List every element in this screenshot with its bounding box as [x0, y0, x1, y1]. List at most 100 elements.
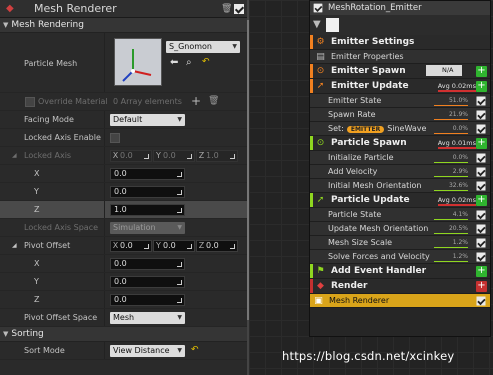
- facing-mode-dropdown[interactable]: Default: [110, 114, 185, 126]
- locked-axis-space-row: Locked Axis Space Simulation: [0, 219, 249, 237]
- module-enabled-checkbox[interactable]: [476, 167, 486, 177]
- settings-gear-icon: ⚙: [316, 37, 325, 47]
- add-renderer-button[interactable]: +: [476, 281, 487, 292]
- z-label: Z: [34, 295, 40, 304]
- pivot-offset-z-field[interactable]: Z 0.0: [196, 240, 238, 252]
- array-elements-count: 0 Array elements: [113, 97, 182, 106]
- pin-icon[interactable]: ▼: [313, 19, 321, 30]
- z-label: Z: [34, 205, 40, 214]
- column-divider: [104, 201, 105, 218]
- module-row[interactable]: Solve Forces and Velocity 1.2%: [310, 250, 490, 264]
- pivot-x-input[interactable]: 0.0: [110, 258, 185, 270]
- reset-icon[interactable]: ↶: [191, 345, 199, 355]
- pivot-y-input[interactable]: 0.0: [110, 276, 185, 288]
- module-enabled-checkbox[interactable]: [476, 110, 486, 120]
- module-enabled-checkbox[interactable]: [476, 124, 486, 134]
- module-enabled-checkbox[interactable]: [476, 296, 486, 306]
- column-divider: [104, 183, 105, 200]
- column-divider: [104, 33, 105, 92]
- module-enabled-checkbox[interactable]: [476, 252, 486, 262]
- particle-update-row[interactable]: ➚ Particle Update Avg 0.02ms +: [310, 193, 490, 208]
- emitter-thumbnail[interactable]: [326, 18, 339, 32]
- clear-trash-icon[interactable]: 🗑: [208, 96, 219, 106]
- locked-axis-z-input[interactable]: 1.0: [110, 204, 185, 216]
- locked-axis-y-field[interactable]: Y 0.0: [153, 150, 195, 162]
- add-event-handler-row[interactable]: ⚑ Add Event Handler +: [310, 264, 490, 279]
- module-enabled-checkbox[interactable]: [476, 238, 486, 248]
- module-enabled-checkbox[interactable]: [476, 153, 486, 163]
- column-divider: [104, 237, 105, 254]
- collapse-arrow-icon[interactable]: ◆: [6, 3, 16, 14]
- emitter-spawn-row[interactable]: ⊙ Emitter Spawn N/A +: [310, 64, 490, 79]
- emitter-node[interactable]: MeshRotation_Emitter ▼ ⚙ Emitter Setting…: [309, 0, 491, 337]
- locked-axis-enable-checkbox[interactable]: [110, 133, 120, 143]
- locked-axis-space-dropdown[interactable]: Simulation: [110, 222, 185, 234]
- pivot-offset-space-dropdown[interactable]: Mesh: [110, 312, 185, 324]
- browse-icon[interactable]: ⌕: [186, 57, 192, 68]
- module-percent: 1.2%: [434, 239, 468, 248]
- add-module-button[interactable]: +: [476, 81, 487, 92]
- add-module-button[interactable]: +: [476, 195, 487, 206]
- particle-spawn-row[interactable]: ⊙ Particle Spawn Avg 0.01ms +: [310, 136, 490, 151]
- module-row[interactable]: Update Mesh Orientation 20.5%: [310, 222, 490, 236]
- render-row[interactable]: ◆ Render +: [310, 279, 490, 294]
- module-row[interactable]: Initial Mesh Orientation 32.6%: [310, 179, 490, 193]
- locked-axis-x-field[interactable]: X 0.0: [110, 150, 152, 162]
- sort-mode-dropdown[interactable]: View Distance: [110, 345, 185, 357]
- avg-time-badge: Avg 0.02ms: [437, 82, 476, 92]
- particle-mesh-dropdown[interactable]: S_Gnomon: [166, 41, 240, 53]
- module-row[interactable]: Spawn Rate 21.9%: [310, 108, 490, 122]
- column-divider: [104, 291, 105, 308]
- reset-icon[interactable]: ↶: [202, 57, 210, 67]
- module-title: Mesh Renderer: [34, 2, 117, 15]
- override-material-label: Override Material: [38, 97, 108, 106]
- add-event-button[interactable]: +: [476, 266, 487, 277]
- properties-icon: ▤: [316, 51, 325, 62]
- module-row[interactable]: Add Velocity 2.9%: [310, 165, 490, 179]
- pivot-offset-y-field[interactable]: Y 0.0: [153, 240, 195, 252]
- expand-arrow-icon[interactable]: ◢: [12, 152, 17, 159]
- locked-axis-x-input[interactable]: 0.0: [110, 168, 185, 180]
- expand-arrow-icon[interactable]: ◢: [12, 242, 17, 249]
- locked-axis-y-input[interactable]: 0.0: [110, 186, 185, 198]
- module-enabled-checkbox[interactable]: [476, 224, 486, 234]
- module-enabled-checkbox[interactable]: [476, 210, 486, 220]
- module-enabled-checkbox[interactable]: [234, 4, 244, 14]
- emitter-tag: EMITTER: [346, 126, 385, 133]
- add-module-button[interactable]: +: [476, 138, 487, 149]
- module-enabled-checkbox[interactable]: [476, 181, 486, 191]
- section-mesh-rendering[interactable]: ▼ Mesh Rendering: [0, 18, 249, 33]
- render-label: Render: [331, 281, 368, 291]
- trash-icon[interactable]: 🗑: [221, 4, 232, 14]
- category-bar: [310, 193, 313, 207]
- module-row[interactable]: Initialize Particle 0.0%: [310, 151, 490, 165]
- pivot-offset-x-field[interactable]: X 0.0: [110, 240, 152, 252]
- module-label: Emitter State: [328, 96, 382, 105]
- emitter-update-row[interactable]: ➚ Emitter Update Avg 0.02ms +: [310, 79, 490, 94]
- add-element-icon[interactable]: +: [191, 94, 201, 108]
- column-divider: [104, 129, 105, 146]
- module-row[interactable]: Emitter State 51.0%: [310, 94, 490, 108]
- spawn-icon: ⊙: [316, 138, 325, 148]
- pivot-z-input[interactable]: 0.0: [110, 294, 185, 306]
- add-module-button[interactable]: +: [476, 66, 487, 77]
- section-sorting[interactable]: ▼ Sorting: [0, 327, 249, 342]
- particle-mesh-label: Particle Mesh: [24, 59, 78, 68]
- mesh-renderer-row[interactable]: ▣ Mesh Renderer: [310, 294, 490, 308]
- module-row[interactable]: Set: EMITTER SineWave 0.0%: [310, 122, 490, 136]
- back-arrow-icon[interactable]: ⬅: [170, 57, 178, 68]
- module-row[interactable]: Particle State 4.1%: [310, 208, 490, 222]
- column-divider: [104, 309, 105, 326]
- pivot-offset-space-label: Pivot Offset Space: [24, 313, 98, 322]
- emitter-header: MeshRotation_Emitter: [310, 1, 490, 15]
- module-enabled-checkbox[interactable]: [476, 96, 486, 106]
- emitter-properties-row[interactable]: ▤ Emitter Properties: [310, 50, 490, 64]
- emitter-enabled-checkbox[interactable]: [313, 3, 323, 13]
- emitter-settings-row[interactable]: ⚙ Emitter Settings: [310, 35, 490, 50]
- locked-axis-z-field[interactable]: Z 1.0: [196, 150, 238, 162]
- event-icon: ⚑: [316, 266, 325, 276]
- gnomon-icon: [122, 49, 152, 82]
- mesh-thumbnail[interactable]: [114, 38, 162, 86]
- module-row[interactable]: Mesh Size Scale 1.2%: [310, 236, 490, 250]
- override-material-checkbox[interactable]: [25, 97, 35, 107]
